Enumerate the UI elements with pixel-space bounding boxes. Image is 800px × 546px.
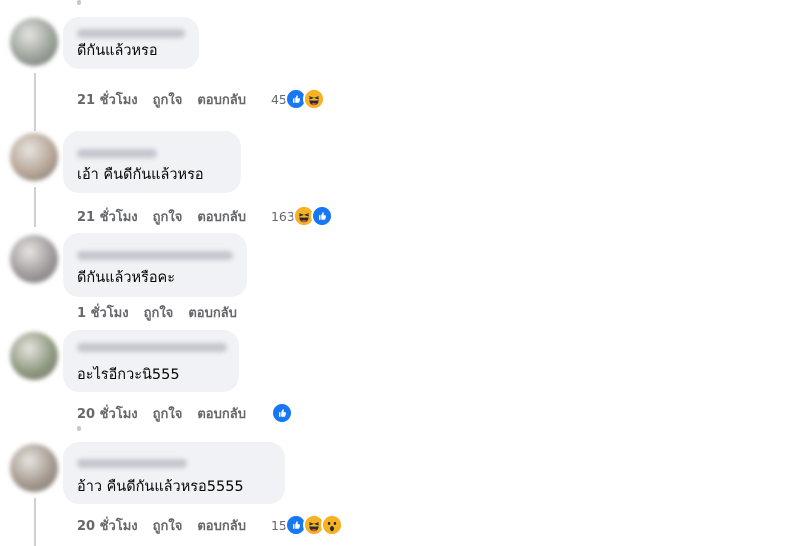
like-button[interactable]: ถูกใจ [153,206,183,227]
reaction-count: 163 [270,208,295,224]
like-button[interactable]: ถูกใจ [153,89,183,110]
avatar[interactable] [10,235,58,283]
comment-bubble: อ้าว คืนดีกันแล้วหรอ5555 [63,442,285,504]
comment-text: อะไรอีกวะนิ555 [77,367,180,383]
comment-timestamp[interactable]: 20 ชั่วโมง [77,515,138,536]
comment-bubble: อะไรอีกวะนิ555 [63,330,239,392]
comment-actions: 20 ชั่วโมง ถูกใจ ตอบกลับ 15 [77,514,343,536]
avatar[interactable] [10,133,58,181]
like-button[interactable]: ถูกใจ [153,403,183,424]
author-name-redacted[interactable] [77,149,157,158]
comment-actions: 21 ชั่วโมง ถูกใจ ตอบกลับ 163 [77,205,333,227]
comment-timestamp[interactable]: 20 ชั่วโมง [77,403,138,424]
like-icon [270,402,293,424]
comment-text: ดีกันแล้วหรือคะ [77,270,176,286]
comment-timestamp[interactable]: 21 ชั่วโมง [77,206,138,227]
reaction-summary[interactable]: 15 [271,514,343,536]
comment-timestamp[interactable]: 21 ชั่วโมง [77,89,138,110]
comment-bubble: ดีกันแล้วหรอ [63,17,199,69]
reply-button[interactable]: ตอบกลับ [197,515,246,536]
reply-button[interactable]: ตอบกลับ [188,302,237,323]
haha-icon [302,88,325,110]
avatar[interactable] [10,444,58,492]
comment-text: อ้าว คืนดีกันแล้วหรอ5555 [77,479,244,495]
thread-line [34,498,36,546]
avatar[interactable] [10,332,58,380]
avatar[interactable] [10,18,58,66]
previous-comment-stub [77,0,81,5]
author-name-redacted[interactable] [77,29,185,38]
next-comment-stub [77,426,81,431]
reply-button[interactable]: ตอบกลับ [197,206,246,227]
comment-bubble: ดีกันแล้วหรือคะ [63,233,247,297]
comment-timestamp[interactable]: 1 ชั่วโมง [77,302,129,323]
author-name-redacted[interactable] [77,343,227,352]
comment-actions: 21 ชั่วโมง ถูกใจ ตอบกลับ 45 [77,88,325,110]
reaction-summary[interactable]: 163 [271,205,333,227]
comment-actions: 1 ชั่วโมง ถูกใจ ตอบกลับ [77,302,262,323]
comment-bubble: เอ้า คืนดีกันแล้วหรอ [63,131,241,193]
reaction-summary[interactable] [270,402,293,424]
thread-line [34,73,36,131]
like-button[interactable]: ถูกใจ [144,302,174,323]
like-icon [310,205,333,227]
comment-actions: 20 ชั่วโมง ถูกใจ ตอบกลับ [77,402,293,424]
thread-line [34,187,36,227]
reaction-summary[interactable]: 45 [271,88,325,110]
wow-icon [320,514,343,536]
author-name-redacted[interactable] [77,251,233,260]
author-name-redacted[interactable] [77,459,187,468]
comment-text: ดีกันแล้วหรอ [77,43,158,59]
like-button[interactable]: ถูกใจ [153,515,183,536]
comment-text: เอ้า คืนดีกันแล้วหรอ [77,167,204,183]
reply-button[interactable]: ตอบกลับ [197,89,246,110]
reply-button[interactable]: ตอบกลับ [197,403,246,424]
